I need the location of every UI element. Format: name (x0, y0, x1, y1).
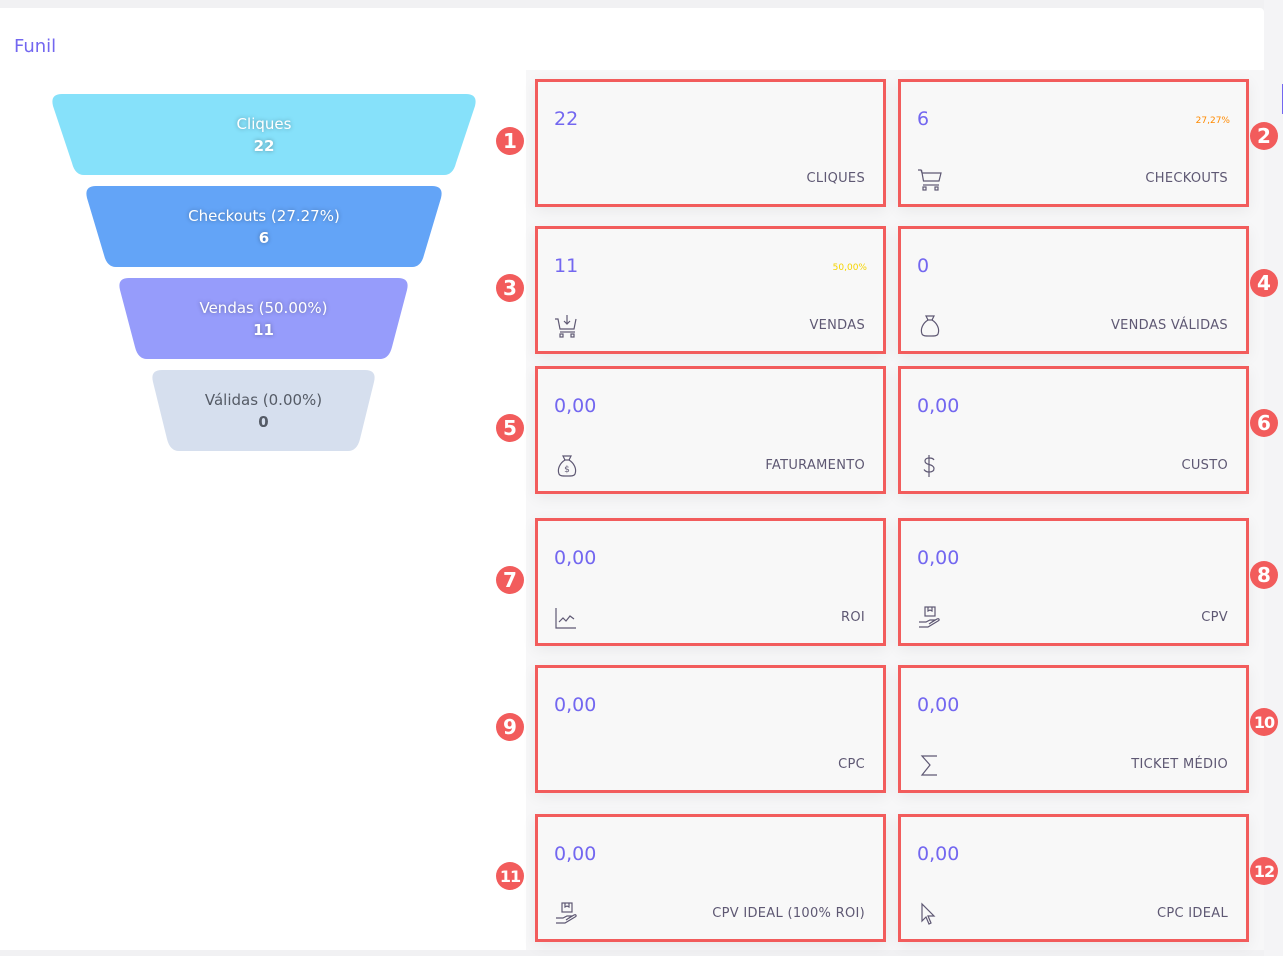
metric-card-vendas: 11 50,00% VENDAS (535, 226, 886, 354)
cart-download-icon (554, 313, 580, 339)
money-bag-icon: $ (554, 453, 580, 479)
metric-label: CPC IDEAL (1156, 906, 1228, 921)
metric-value: 6 (917, 108, 930, 130)
metric-label: FATURAMENTO (765, 458, 865, 473)
dollar-icon (917, 453, 943, 479)
funnel-step-validas: Válidas (0.00%) 0 (150, 370, 377, 451)
metric-label: VENDAS VÁLIDAS (1110, 318, 1228, 333)
mouse-pointer-icon (554, 166, 580, 192)
annotation-badge: 6 (1250, 409, 1278, 437)
panel-title: Funil (14, 36, 57, 57)
funnel-step-vendas: Vendas (50.00%) 11 (117, 278, 410, 359)
metric-card-ticket-médio: 0,00 TICKET MÉDIO (898, 665, 1249, 793)
metric-value: 0,00 (917, 843, 960, 865)
metric-card-checkouts: 6 27,27% CHECKOUTS (898, 79, 1249, 207)
annotation-badge: 12 (1250, 857, 1278, 885)
funnel-step-label: Cliques (236, 114, 292, 133)
hand-box-icon (917, 605, 943, 631)
metric-percent: 27,27% (1195, 116, 1230, 126)
metric-card-cpc: 0,00 CPC (535, 665, 886, 793)
metric-label: ROI (841, 610, 865, 625)
funnel-step-value: 22 (253, 136, 275, 155)
metric-card-cpv: 0,00 CPV (898, 518, 1249, 646)
metric-card-cpv-ideal-100-roi: 0,00 CPV IDEAL (100% ROI) (535, 814, 886, 942)
cursor-arrow-icon (917, 901, 943, 927)
annotation-badge: 9 (496, 713, 524, 741)
line-chart-icon (554, 605, 580, 631)
funnel-step-value: 6 (258, 228, 270, 247)
metric-card-cliques: 22 CLIQUES (535, 79, 886, 207)
annotation-badge: 2 (1250, 122, 1278, 150)
metric-label: TICKET MÉDIO (1131, 757, 1228, 772)
annotation-badge: 4 (1250, 269, 1278, 297)
metric-card-faturamento: 0,00 $ FATURAMENTO (535, 366, 886, 494)
annotation-badge: 3 (496, 274, 524, 302)
mouse-pointer-icon (554, 752, 580, 778)
sack-icon (917, 313, 943, 339)
metric-value: 0,00 (917, 694, 960, 716)
shopping-cart-icon (917, 166, 943, 192)
metric-card-roi: 0,00 ROI (535, 518, 886, 646)
metric-card-custo: 0,00 CUSTO (898, 366, 1249, 494)
metric-value: 0,00 (554, 843, 597, 865)
metric-card-vendas-válidas: 0 VENDAS VÁLIDAS (898, 226, 1249, 354)
metric-value: 0 (917, 255, 930, 277)
metric-label: CHECKOUTS (1145, 171, 1228, 186)
metric-value: 0,00 (917, 395, 960, 417)
metric-value: 0,00 (554, 395, 597, 417)
metric-value: 0,00 (554, 694, 597, 716)
metric-value: 22 (554, 108, 579, 130)
funnel-step-label: Vendas (50.00%) (199, 298, 328, 317)
metric-value: 0,00 (917, 547, 960, 569)
sigma-icon (917, 752, 943, 778)
funnel-step-checkouts: Checkouts (27.27%) 6 (84, 186, 444, 267)
annotation-badge: 11 (496, 862, 524, 890)
metric-label: CPC (838, 757, 865, 772)
annotation-badge: 5 (496, 414, 524, 442)
annotation-badge: 8 (1250, 561, 1278, 589)
annotation-badge: 1 (496, 127, 524, 155)
funnel-step-label: Válidas (0.00%) (204, 390, 323, 409)
metric-value: 11 (554, 255, 579, 277)
metric-percent: 50,00% (832, 263, 867, 273)
metric-value: 0,00 (554, 547, 597, 569)
metric-label: VENDAS (809, 318, 865, 333)
funnel-step-value: 0 (258, 412, 269, 431)
metric-label: CPV IDEAL (100% ROI) (712, 906, 865, 921)
metric-card-cpc-ideal: 0,00 CPC IDEAL (898, 814, 1249, 942)
svg-text:$: $ (564, 465, 570, 475)
metric-label: CUSTO (1181, 458, 1228, 473)
funnel-step-value: 11 (253, 320, 274, 339)
funnel-step-label: Checkouts (27.27%) (188, 206, 340, 225)
metric-label: CPV (1201, 610, 1228, 625)
hand-box-icon (554, 901, 580, 927)
annotation-badge: 10 (1250, 708, 1278, 736)
funnel-step-cliques: Cliques 22 (50, 94, 478, 175)
metric-label: CLIQUES (806, 171, 865, 186)
annotation-badge: 7 (496, 566, 524, 594)
